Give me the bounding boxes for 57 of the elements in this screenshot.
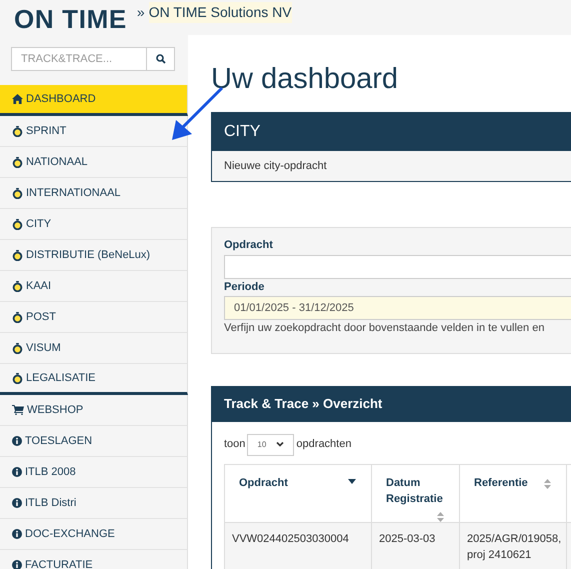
sidebar-item[interactable]: LEGALISATIE	[0, 364, 188, 395]
info-icon	[12, 498, 22, 508]
table-cell: VVW024402503030004	[224, 522, 372, 569]
sidebar-item[interactable]: WEBSHOP	[0, 395, 188, 426]
stopwatch-icon	[12, 372, 23, 384]
page-title: Uw dashboard	[211, 65, 399, 94]
info-icon	[12, 560, 22, 569]
stopwatch-icon	[12, 312, 23, 322]
company-name[interactable]: ON TIME Solutions NV	[148, 2, 292, 23]
show-label: toon	[224, 437, 246, 452]
sidebar-item[interactable]: VISUM	[0, 333, 188, 364]
sidebar-item[interactable]: ITLB Distri	[0, 488, 188, 519]
sidebar-item[interactable]: POST	[0, 302, 188, 333]
panel-title: Track & Trace » Overzicht	[224, 395, 382, 414]
sidebar-item[interactable]: DISTRIBUTIE (BeNeLux)	[0, 240, 188, 271]
sidebar-item[interactable]: NATIONAAL	[0, 147, 188, 178]
logo: ON TIME	[14, 6, 127, 32]
panel-title: CITY	[224, 122, 260, 142]
search-icon	[156, 54, 166, 64]
sidebar-item[interactable]: KAAI	[0, 271, 188, 302]
stopwatch-icon	[12, 280, 23, 292]
column-header[interactable]: Referentie	[460, 464, 566, 522]
filter-field[interactable]	[224, 254, 571, 278]
track-trace-search-field[interactable]: TRACK&TRACE...	[11, 47, 147, 71]
sidebar-item[interactable]: CITY	[0, 209, 188, 240]
sort-icon	[544, 478, 551, 488]
sidebar-item[interactable]: INTERNATIONAAL	[0, 178, 188, 209]
sort-desc-icon	[348, 478, 356, 484]
info-icon	[12, 467, 22, 477]
chevron-down-icon	[276, 442, 284, 447]
sort-icon	[437, 512, 444, 522]
info-icon	[12, 436, 22, 446]
page-size-select[interactable]: 10	[247, 434, 294, 456]
stopwatch-icon	[12, 188, 23, 198]
stopwatch-icon	[12, 250, 23, 260]
column-header[interactable]: Datum Registratie	[372, 464, 460, 522]
stopwatch-icon	[12, 342, 23, 354]
stopwatch-icon	[12, 126, 23, 136]
sidebar-item[interactable]: ITLB 2008	[0, 457, 188, 488]
field-label: Periode	[224, 280, 266, 294]
show-suffix: opdrachten	[296, 437, 352, 452]
filter-hint: Verfijn uw zoekopdracht door bovenstaande velden in te vullen en	[224, 321, 546, 336]
search-button[interactable]	[147, 47, 175, 71]
stopwatch-icon	[12, 218, 23, 230]
home-icon	[12, 94, 23, 104]
breadcrumb-separator: »	[136, 3, 145, 22]
sidebar-item[interactable]: TOESLAGEN	[0, 426, 188, 457]
sidebar-item[interactable]: SPRINT	[0, 116, 188, 147]
column-header[interactable]: Opdracht	[224, 464, 372, 522]
cart-icon	[12, 405, 24, 415]
field-label: Opdracht	[224, 238, 274, 253]
stopwatch-icon	[12, 156, 23, 168]
sidebar-item[interactable]: DOC-EXCHANGE	[0, 519, 188, 550]
new-order-link[interactable]: Nieuwe city-opdracht	[224, 158, 327, 174]
filter-field[interactable]: 01/01/2025 - 31/12/2025	[224, 296, 571, 320]
info-icon	[12, 529, 22, 539]
sidebar-item[interactable]: DASHBOARD	[0, 85, 188, 116]
